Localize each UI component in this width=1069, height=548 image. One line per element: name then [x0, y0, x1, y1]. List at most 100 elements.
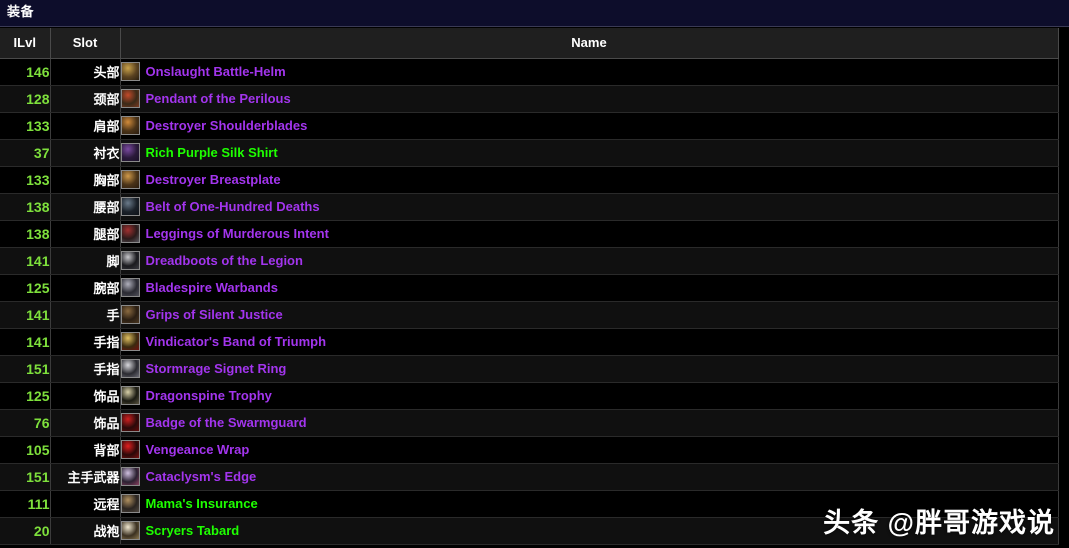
table-row[interactable]: 138 腿部 Leggings of Murderous Intent: [0, 220, 1059, 248]
item-name-link[interactable]: Mama's Insurance: [146, 496, 258, 511]
item-entry: Pendant of the Perilous: [120, 86, 1058, 111]
table-row[interactable]: 128 颈部 Pendant of the Perilous: [0, 85, 1059, 113]
cell-ilvl: 76: [0, 409, 51, 437]
item-name-link[interactable]: Leggings of Murderous Intent: [146, 226, 329, 241]
item-entry: Vengeance Wrap: [120, 437, 1058, 462]
window-titlebar: 装备: [0, 0, 1069, 27]
item-name-link[interactable]: Vindicator's Band of Triumph: [146, 334, 327, 349]
belt-icon[interactable]: [120, 197, 140, 216]
cell-slot: 远程: [50, 490, 121, 518]
item-entry: Leggings of Murderous Intent: [120, 221, 1058, 246]
item-name-link[interactable]: Destroyer Shoulderblades: [146, 118, 308, 133]
cell-ilvl: 105: [0, 436, 51, 464]
ring-icon[interactable]: [120, 359, 140, 378]
item-name-link[interactable]: Stormrage Signet Ring: [146, 361, 287, 376]
cell-slot: 战袍: [50, 517, 121, 545]
item-name-link[interactable]: Belt of One-Hundred Deaths: [146, 199, 320, 214]
cloak-icon[interactable]: [120, 440, 140, 459]
table-row[interactable]: 133 肩部 Destroyer Shoulderblades: [0, 112, 1059, 140]
table-row[interactable]: 146 头部 Onslaught Battle-Helm: [0, 58, 1059, 86]
item-name-link[interactable]: Cataclysm's Edge: [146, 469, 257, 484]
table-body: 146 头部 Onslaught Battle-Helm 128 颈部 Pendant o…: [0, 58, 1059, 545]
cell-slot: 手: [50, 301, 121, 329]
table-row[interactable]: 20 战袍 Scryers Tabard: [0, 517, 1059, 545]
gear-table: ILvl Slot Name 146 头部 Onslaught Battle-Hel…: [0, 28, 1059, 545]
cell-ilvl: 146: [0, 58, 51, 86]
cell-slot: 腕部: [50, 274, 121, 302]
item-name-link[interactable]: Badge of the Swarmguard: [146, 415, 307, 430]
item-name-link[interactable]: Grips of Silent Justice: [146, 307, 283, 322]
item-entry: Belt of One-Hundred Deaths: [120, 194, 1058, 219]
cell-name: Rich Purple Silk Shirt: [120, 139, 1059, 167]
cell-slot: 主手武器: [50, 463, 121, 491]
table-row[interactable]: 141 手 Grips of Silent Justice: [0, 301, 1059, 329]
column-header-name[interactable]: Name: [120, 28, 1059, 59]
shoulder-icon[interactable]: [120, 116, 140, 135]
header-row: ILvl Slot Name: [0, 28, 1059, 59]
cell-slot: 手指: [50, 355, 121, 383]
item-name-link[interactable]: Dragonspine Trophy: [146, 388, 272, 403]
cell-name: Scryers Tabard: [120, 517, 1059, 545]
sword-icon[interactable]: [120, 467, 140, 486]
window-title: 装备: [7, 4, 35, 19]
legs-icon[interactable]: [120, 224, 140, 243]
trinket-icon[interactable]: [120, 386, 140, 405]
necklace-icon[interactable]: [120, 89, 140, 108]
item-name-link[interactable]: Pendant of the Perilous: [146, 91, 291, 106]
table-row[interactable]: 151 手指 Stormrage Signet Ring: [0, 355, 1059, 383]
table-row[interactable]: 141 手指 Vindicator's Band of Triumph: [0, 328, 1059, 356]
shirt-icon[interactable]: [120, 143, 140, 162]
column-header-ilvl[interactable]: ILvl: [0, 28, 51, 59]
table-row[interactable]: 133 胸部 Destroyer Breastplate: [0, 166, 1059, 194]
table-row[interactable]: 111 远程 Mama's Insurance: [0, 490, 1059, 518]
cell-ilvl: 128: [0, 85, 51, 113]
cell-ilvl: 37: [0, 139, 51, 167]
cell-slot: 颈部: [50, 85, 121, 113]
table-row[interactable]: 141 脚 Dreadboots of the Legion: [0, 247, 1059, 275]
gun-icon[interactable]: [120, 494, 140, 513]
cell-ilvl: 151: [0, 463, 51, 491]
gloves-icon[interactable]: [120, 305, 140, 324]
cell-name: Belt of One-Hundred Deaths: [120, 193, 1059, 221]
table-row[interactable]: 76 饰品 Badge of the Swarmguard: [0, 409, 1059, 437]
table-row[interactable]: 37 衬衣 Rich Purple Silk Shirt: [0, 139, 1059, 167]
cell-ilvl: 125: [0, 382, 51, 410]
table-row[interactable]: 151 主手武器 Cataclysm's Edge: [0, 463, 1059, 491]
helm-icon[interactable]: [120, 62, 140, 81]
item-name-link[interactable]: Dreadboots of the Legion: [146, 253, 303, 268]
cell-name: Stormrage Signet Ring: [120, 355, 1059, 383]
cell-slot: 腿部: [50, 220, 121, 248]
item-name-link[interactable]: Rich Purple Silk Shirt: [146, 145, 278, 160]
table-row[interactable]: 105 背部 Vengeance Wrap: [0, 436, 1059, 464]
item-name-link[interactable]: Vengeance Wrap: [146, 442, 250, 457]
cell-slot: 脚: [50, 247, 121, 275]
item-entry: Vindicator's Band of Triumph: [120, 329, 1058, 354]
table-row[interactable]: 125 腕部 Bladespire Warbands: [0, 274, 1059, 302]
cell-ilvl: 125: [0, 274, 51, 302]
cell-slot: 手指: [50, 328, 121, 356]
item-entry: Bladespire Warbands: [120, 275, 1058, 300]
cell-name: Pendant of the Perilous: [120, 85, 1059, 113]
bracer-icon[interactable]: [120, 278, 140, 297]
item-entry: Destroyer Breastplate: [120, 167, 1058, 192]
ring-icon[interactable]: [120, 332, 140, 351]
item-entry: Grips of Silent Justice: [120, 302, 1058, 327]
cell-name: Vindicator's Band of Triumph: [120, 328, 1059, 356]
item-entry: Dreadboots of the Legion: [120, 248, 1058, 273]
cell-name: Destroyer Shoulderblades: [120, 112, 1059, 140]
cell-ilvl: 133: [0, 166, 51, 194]
column-header-slot[interactable]: Slot: [50, 28, 121, 59]
item-name-link[interactable]: Scryers Tabard: [146, 523, 240, 538]
cell-ilvl: 151: [0, 355, 51, 383]
table-row[interactable]: 138 腰部 Belt of One-Hundred Deaths: [0, 193, 1059, 221]
item-name-link[interactable]: Destroyer Breastplate: [146, 172, 281, 187]
chest-icon[interactable]: [120, 170, 140, 189]
table-row[interactable]: 125 饰品 Dragonspine Trophy: [0, 382, 1059, 410]
cell-ilvl: 138: [0, 193, 51, 221]
item-name-link[interactable]: Onslaught Battle-Helm: [146, 64, 286, 79]
item-name-link[interactable]: Bladespire Warbands: [146, 280, 278, 295]
cell-name: Leggings of Murderous Intent: [120, 220, 1059, 248]
trinket-icon[interactable]: [120, 413, 140, 432]
tabard-icon[interactable]: [120, 521, 140, 540]
boots-icon[interactable]: [120, 251, 140, 270]
